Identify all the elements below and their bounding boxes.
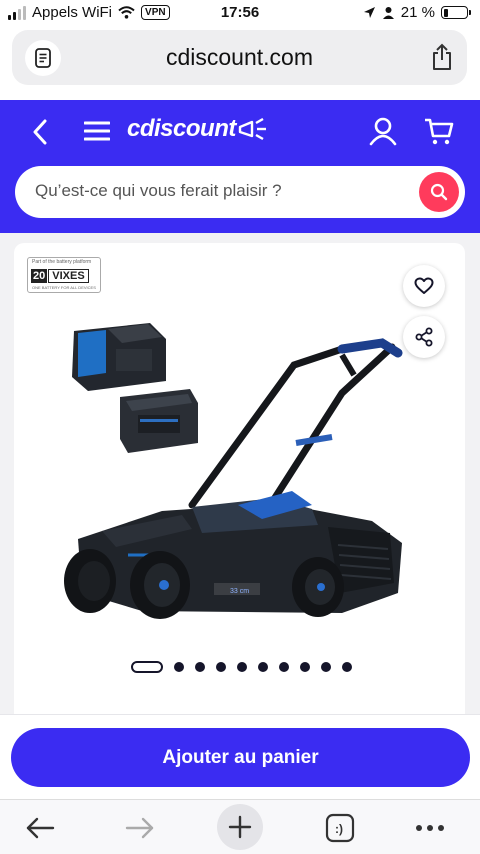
add-to-cart-bar: Ajouter au panier (0, 714, 480, 799)
gallery-dot[interactable] (321, 662, 331, 672)
menu-button[interactable] (83, 120, 111, 147)
gallery-dot[interactable] (195, 662, 205, 672)
logo-text: cdiscount (127, 115, 236, 142)
plus-icon (228, 815, 252, 839)
badge-bottom-text: ONE BATTERY FOR ALL DEVICES (32, 285, 96, 290)
product-image[interactable]: 33 cm (42, 293, 422, 633)
tabs-icon: :) (325, 813, 355, 843)
browser-toolbar: :) (0, 799, 480, 854)
add-to-cart-button[interactable]: Ajouter au panier (11, 728, 470, 787)
share-upload-icon (433, 43, 451, 70)
badge-main: 20 VIXES (31, 269, 89, 283)
new-tab-button[interactable] (217, 804, 263, 850)
url-bar[interactable]: cdiscount.com (12, 30, 467, 85)
charger-image (120, 389, 198, 453)
svg-text::): :) (335, 822, 343, 836)
share-page-button[interactable] (431, 43, 453, 76)
gallery-dot[interactable] (131, 661, 163, 673)
tabs-button[interactable]: :) (320, 808, 360, 848)
status-right: 21 % (363, 4, 471, 21)
battery-platform-badge: Part of the battery platform 20 VIXES ON… (27, 257, 101, 293)
battery-pack-image (72, 323, 166, 391)
url-text[interactable]: cdiscount.com (12, 44, 467, 71)
cart-icon (425, 118, 454, 145)
more-button[interactable] (410, 808, 450, 848)
browser-back-button[interactable] (20, 808, 60, 848)
status-bar: Appels WiFi VPN 17:56 21 % (0, 0, 480, 28)
search-input[interactable]: Qu’est-ce qui vous ferait plaisir ? (35, 181, 282, 201)
chevron-left-icon (33, 119, 47, 145)
arrow-right-icon (125, 817, 154, 839)
mower-handle-image (188, 338, 403, 522)
badge-top-text: Part of the battery platform (32, 259, 92, 265)
account-button[interactable] (368, 116, 398, 151)
mower-body-image: 33 cm (78, 491, 402, 613)
cart-button[interactable] (424, 116, 454, 151)
search-bar[interactable]: Qu’est-ce qui vous ferait plaisir ? (15, 166, 465, 218)
user-icon (369, 117, 397, 146)
badge-number: 20 (31, 269, 48, 283)
gallery-dot[interactable] (342, 662, 352, 672)
deck-label: 33 cm (230, 588, 249, 595)
gallery-dot[interactable] (216, 662, 226, 672)
search-icon (430, 183, 448, 201)
site-header: cdiscount Qu’est-ce qui vous ferait plai… (0, 100, 480, 233)
back-button[interactable] (30, 118, 50, 151)
arrow-left-icon (26, 817, 55, 839)
megaphone-icon (238, 117, 266, 140)
gallery-dot[interactable] (258, 662, 268, 672)
browser-forward-button[interactable] (120, 808, 160, 848)
more-icon (416, 825, 444, 831)
search-button[interactable] (419, 172, 459, 212)
gallery-dot[interactable] (237, 662, 247, 672)
gallery-dot[interactable] (174, 662, 184, 672)
gallery-dot[interactable] (300, 662, 310, 672)
badge-brand: VIXES (48, 269, 89, 283)
location-icon (363, 7, 375, 18)
hamburger-icon (83, 121, 111, 141)
gallery-pagination[interactable] (131, 661, 352, 673)
battery-icon (441, 6, 471, 19)
cdiscount-logo[interactable]: cdiscount (127, 115, 268, 143)
person-icon (382, 7, 394, 19)
battery-percent: 21 % (400, 4, 435, 21)
gallery-dot[interactable] (279, 662, 289, 672)
